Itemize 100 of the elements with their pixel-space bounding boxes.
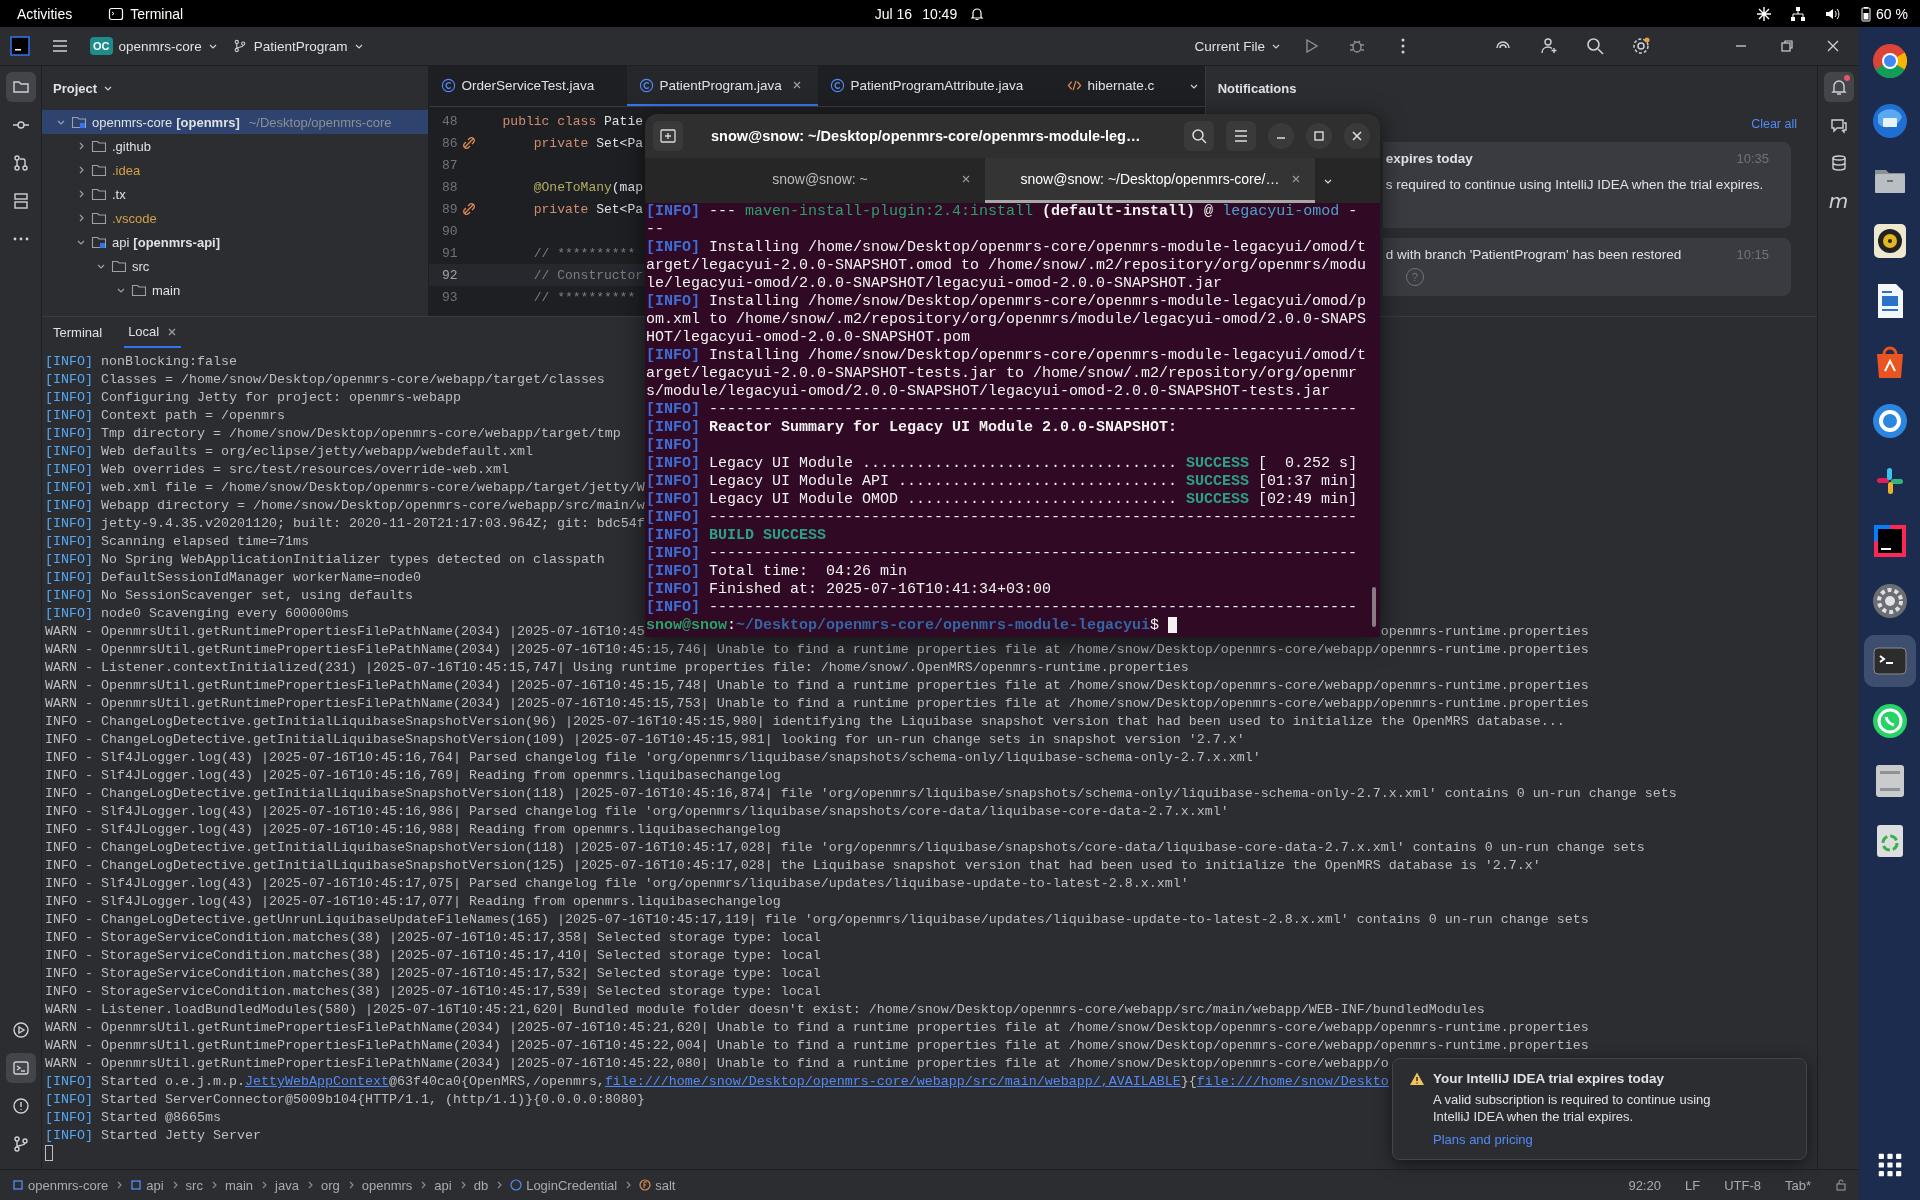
line-number: 88: [440, 179, 458, 195]
folder-icon[interactable]: [5, 72, 36, 102]
status-item[interactable]: 92:20: [1628, 1177, 1661, 1193]
status-item[interactable]: UTF-8: [1724, 1177, 1761, 1193]
link[interactable]: file:///home/snow/Deskto: [1196, 1074, 1389, 1089]
link-icon[interactable]: [461, 136, 476, 150]
close-icon[interactable]: [1291, 174, 1301, 184]
lock-icon[interactable]: [1835, 1179, 1847, 1191]
sparkle-icon[interactable]: [1756, 5, 1773, 22]
notification-card[interactable]: d with branch 'PatientProgram' has been restored 10:15 ?: [1382, 238, 1791, 296]
tree-row[interactable]: main: [42, 278, 428, 302]
editor-tab[interactable]: PatientProgram.java: [626, 66, 818, 106]
field-icon: [639, 1179, 652, 1191]
warning-icon: [1409, 1071, 1425, 1087]
terminal-tab[interactable]: snow@snow: ~: [655, 158, 985, 203]
tree-row[interactable]: .vscode: [42, 206, 428, 230]
tree-row[interactable]: .github: [42, 134, 428, 158]
log-line: [INFO] Web overrides = src/test/resources/override-web.xml: [45, 462, 509, 477]
link[interactable]: JettyWebAppContext: [244, 1074, 389, 1089]
editor-tab[interactable]: OrderServiceTest.java: [428, 66, 627, 106]
terminal-line: [INFO] Total time: 04:26 min: [646, 563, 909, 581]
menu-icon[interactable]: [1226, 121, 1256, 151]
breadcrumb-item[interactable]: openmrs-core: [12, 1177, 109, 1193]
terminal-line: [INFO] BUILD SUCCESS: [646, 527, 828, 545]
app-menu[interactable]: Terminal: [108, 5, 184, 22]
battery-indicator[interactable]: 60 %: [1858, 5, 1908, 22]
close-icon[interactable]: [791, 80, 802, 90]
breadcrumb-item[interactable]: api: [130, 1177, 164, 1193]
editor-tab[interactable]: hibernate.c: [1054, 66, 1175, 106]
settings-icon[interactable]: [1631, 36, 1651, 56]
tree-row[interactable]: src: [42, 254, 428, 278]
search-icon[interactable]: [1184, 121, 1214, 151]
line-number: 89: [440, 201, 458, 217]
minimize-icon[interactable]: [1268, 123, 1294, 149]
terminal-tab[interactable]: snow@snow: ~/Desktop/openmrs-core/…: [985, 158, 1315, 203]
breadcrumb-item[interactable]: db: [473, 1177, 489, 1193]
close-icon[interactable]: [1344, 123, 1370, 149]
clear-all-link[interactable]: Clear all: [1751, 117, 1797, 131]
terminal-line: [INFO] Installing /home/snow/Desktop/openmrs-core/openmrs-module-legacyui/omod/target/legacyui-2.0.0-SNAPSHOT.omod to /home/snow/.m2/repository/org/openmrs/module/legacyui-omod/2.0.0-SNAPSHOT/legacyui-omod-2.0.0-SNAPSHOT.jar: [646, 239, 1367, 293]
window-title: snow@snow: ~/Desktop/openmrs-core/openmrs-module-leg…: [710, 128, 1142, 144]
close-icon[interactable]: [167, 326, 178, 337]
notifications-icon[interactable]: [1823, 72, 1854, 102]
terminal-icon[interactable]: [5, 1053, 36, 1083]
tree-row[interactable]: openmrs-core [openmrs] ~/Desktop/openmrs-core: [42, 110, 428, 134]
app-logo-icon[interactable]: [10, 36, 30, 56]
close-icon[interactable]: [961, 174, 971, 184]
new-tab-icon[interactable]: [653, 121, 683, 151]
maven-button[interactable]: m: [1823, 186, 1854, 216]
breadcrumb-item[interactable]: java: [275, 1177, 299, 1193]
breadcrumb-item[interactable]: src: [185, 1177, 203, 1193]
notification-text: A valid subscription is required to continue using IntelliJ IDEA when the trial expires.: [1433, 1091, 1712, 1125]
maximize-icon[interactable]: [1306, 123, 1332, 149]
log-line: WARN - Listener.contextInitialized(231) |2025-07-16T10:45:15,747| Using runtime properties file: /home/snow/.OpenMRS/openmrs-runtime.properties: [45, 660, 1189, 675]
log-line: [INFO] Configuring Jetty for project: openmrs-webapp: [45, 390, 461, 405]
link[interactable]: Plans and pricing: [1433, 1132, 1533, 1147]
tree-row[interactable]: .idea: [42, 158, 428, 182]
log-line: [INFO] DefaultSessionIdManager workerName=node0: [45, 570, 421, 585]
add-user-icon[interactable]: [1539, 36, 1559, 56]
log-line: INFO - StorageServiceCondition.matches(38) |2025-07-16T10:45:17,532| Selected storage type: local: [45, 966, 821, 981]
panel-title[interactable]: Project: [53, 80, 98, 96]
breadcrumb-item[interactable]: openmrs: [361, 1177, 413, 1193]
branch-selector[interactable]: PatientProgram: [231, 38, 364, 54]
run-config-selector[interactable]: Current File: [1194, 38, 1281, 54]
search-icon[interactable]: [1585, 36, 1605, 56]
status-item[interactable]: LF: [1684, 1177, 1701, 1193]
status-item[interactable]: Tab*: [1784, 1177, 1811, 1193]
tree-label: .tx: [112, 186, 126, 202]
log-line: WARN - OpenmrsUtil.getRuntimePropertiesFilePathName(2034) |2025-07-16T10:45:15,746| Unable to find a runtime properties file at /home/snow/Desktop/openmrs-core/webapp/openmrs-runtime.properties: [45, 642, 1589, 657]
tree-row[interactable]: .tx: [42, 182, 428, 206]
breadcrumb-item[interactable]: LoginCredential: [510, 1177, 618, 1193]
module-folder-icon: [71, 114, 87, 130]
activities-button[interactable]: Activities: [17, 5, 73, 22]
editor-tab[interactable]: PatientProgramAttribute.java: [817, 66, 1055, 106]
folder-icon: [91, 138, 107, 154]
app-grid-icon[interactable]: [1876, 1152, 1903, 1178]
class-icon: [829, 77, 845, 93]
terminal-line: [INFO] Finished at: 2025-07-16T10:41:34+03:00: [646, 581, 1053, 599]
clock-button[interactable]: Jul 16 10:49: [874, 5, 958, 22]
active-app-highlight[interactable]: [1863, 635, 1916, 687]
breadcrumb-item[interactable]: org: [320, 1177, 340, 1193]
breadcrumb-item[interactable]: api: [434, 1177, 452, 1193]
network-icon[interactable]: [1790, 5, 1807, 22]
breadcrumb-item[interactable]: main: [224, 1177, 254, 1193]
notification-card[interactable]: expires today 10:35 s required to continue using IntelliJ IDEA when the trial expires.: [1382, 142, 1791, 228]
folder-icon: [91, 186, 107, 202]
notification-time: 10:15: [1736, 247, 1769, 262]
terminal-line: [INFO] ------------------------------------------------------------------------: [646, 599, 1359, 617]
terminal-line: [INFO] Legacy UI Module ................................... SUCCESS [ 0.252 s]: [646, 455, 1359, 473]
tree-row[interactable]: api [openmrs-api]: [42, 230, 428, 254]
breadcrumb-item[interactable]: salt: [639, 1177, 676, 1193]
project-selector[interactable]: OC openmrs-core: [90, 37, 218, 55]
tree-label: main: [152, 282, 181, 298]
terminal-line: [INFO] Installing /home/snow/Desktop/openmrs-core/openmrs-module-legacyui/omod/pom.xml to /home/snow/.m2/repository/org/openmrs/module/legacyui-omod/2.0.0-SNAPSHOT/legacyui-omod-2.0.0-SNAPSHOT.pom: [646, 293, 1367, 347]
tree-label: .vscode: [112, 210, 157, 226]
terminal-line: [INFO] ------------------------------------------------------------------------: [646, 509, 1359, 527]
link-icon[interactable]: [461, 202, 476, 216]
link[interactable]: file:///home/snow/Desktop/openmrs-core/webapp/src/main/webapp/,AVAILABLE: [604, 1074, 1181, 1089]
terminal-tab[interactable]: Local: [124, 317, 182, 348]
code-line: // Constructor: [532, 267, 643, 283]
class-icon: [510, 1179, 523, 1191]
